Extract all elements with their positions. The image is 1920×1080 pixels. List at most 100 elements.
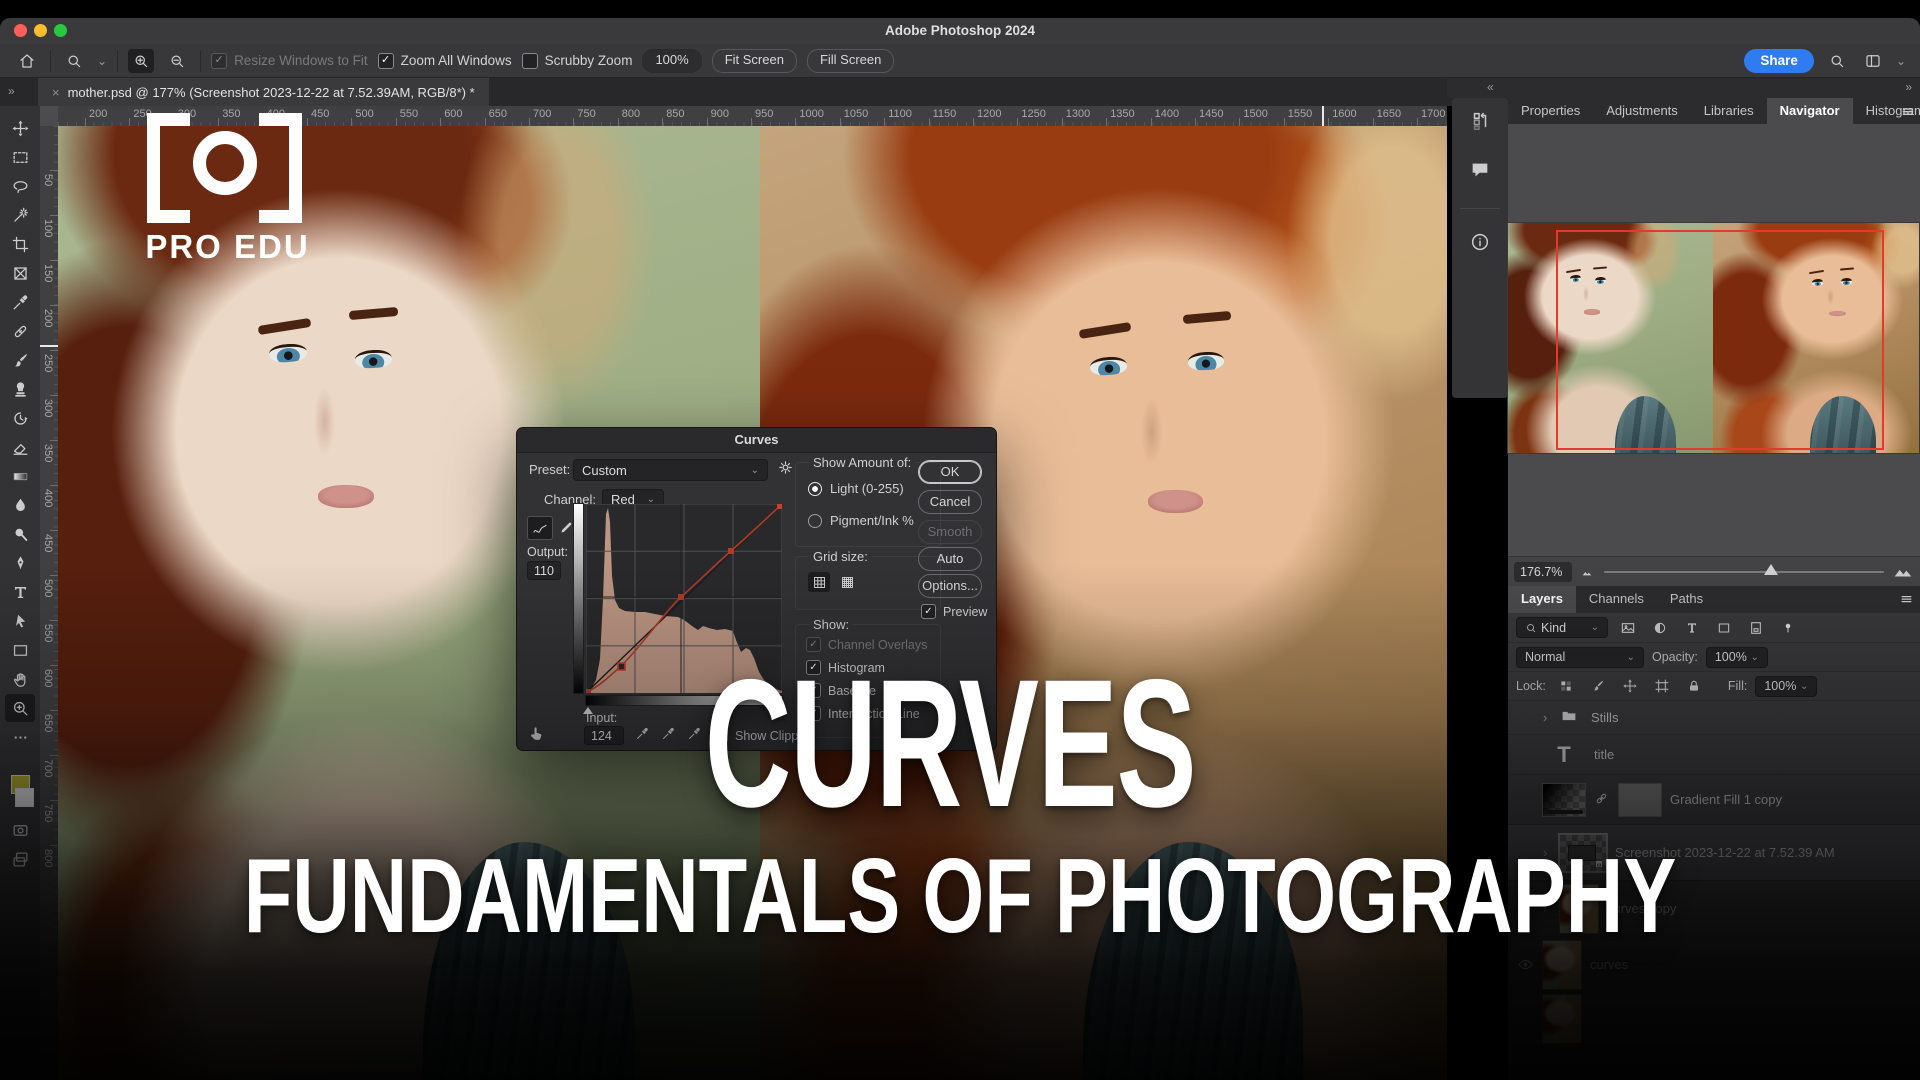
black-eyedropper[interactable] <box>635 726 650 746</box>
hand-tool[interactable] <box>5 665 35 693</box>
lasso-tool[interactable] <box>5 172 35 200</box>
workspace-switcher[interactable] <box>1860 49 1886 73</box>
zoom-tool-options-icon[interactable] <box>61 49 87 73</box>
show-option-histogram[interactable]: Histogram <box>806 660 927 675</box>
lock-position-button[interactable] <box>1618 676 1642 696</box>
gradient-thumbnail[interactable] <box>1543 784 1585 816</box>
ok-button[interactable]: OK <box>918 460 982 484</box>
dialog-title[interactable]: Curves <box>517 428 996 453</box>
layer-thumbnail[interactable] <box>1560 885 1598 933</box>
gradient-tool[interactable] <box>5 462 35 490</box>
tab-adjustments[interactable]: Adjustments <box>1593 98 1691 124</box>
zoom-out-mountains-icon[interactable] <box>1580 566 1596 578</box>
zoom-out-button[interactable] <box>164 49 190 73</box>
output-field[interactable]: 110 <box>527 561 561 580</box>
preset-dropdown[interactable]: Custom⌄ <box>573 459 768 481</box>
lock-pixels-button[interactable] <box>1586 676 1610 696</box>
zoom-all-windows-checkbox[interactable]: Zoom All Windows <box>378 53 512 69</box>
cancel-button[interactable]: Cancel <box>918 490 982 514</box>
layer-thumbnail[interactable] <box>1543 995 1581 1043</box>
navigator-thumbnail[interactable] <box>1508 223 1919 453</box>
preset-gear-button[interactable] <box>777 459 794 481</box>
zoom-tool[interactable] <box>5 694 35 722</box>
opacity-dropdown[interactable]: 100%⌄ <box>1706 647 1768 668</box>
path-selection-tool[interactable] <box>5 607 35 635</box>
fill-dropdown[interactable]: 100%⌄ <box>1755 676 1817 697</box>
home-button[interactable] <box>14 49 40 73</box>
brush-tool[interactable] <box>5 346 35 374</box>
filter-shape-layers-button[interactable] <box>1712 618 1736 638</box>
tab-paths[interactable]: Paths <box>1657 586 1716 613</box>
panel-menu-button[interactable] <box>1900 103 1916 124</box>
tab-properties[interactable]: Properties <box>1508 98 1593 124</box>
blur-tool[interactable] <box>5 491 35 519</box>
document-tab[interactable]: × mother.psd @ 177% (Screenshot 2023-12-… <box>38 78 489 106</box>
move-tool[interactable] <box>5 114 35 142</box>
curve-point-white[interactable] <box>777 504 782 509</box>
clone-stamp-tool[interactable] <box>5 375 35 403</box>
curve-point-upper[interactable] <box>728 548 734 554</box>
rectangle-tool[interactable] <box>5 636 35 664</box>
blend-mode-dropdown[interactable]: Normal⌄ <box>1516 647 1644 668</box>
pen-tool[interactable] <box>5 549 35 577</box>
eraser-tool[interactable] <box>5 433 35 461</box>
targeted-adjustment-tool[interactable] <box>527 724 546 748</box>
lock-all-button[interactable] <box>1682 676 1706 696</box>
navigator-zoom-field[interactable]: 176.7% <box>1514 562 1572 582</box>
zoom-in-mountains-icon[interactable] <box>1892 564 1914 579</box>
vertical-ruler[interactable]: 50 100 150 200 250 300 350 400 450 500 5… <box>40 126 59 1080</box>
input-field[interactable]: 124 <box>584 726 624 745</box>
layer-row-curves-copy[interactable]: › curves copy <box>1508 881 1920 937</box>
share-button[interactable]: Share <box>1744 49 1814 73</box>
collapse-strip-chevron[interactable]: « <box>1487 80 1494 94</box>
resize-windows-checkbox[interactable]: Resize Windows to Fit <box>211 53 368 69</box>
preview-checkbox[interactable]: Preview <box>921 604 987 619</box>
healing-brush-tool[interactable] <box>5 317 35 345</box>
tab-navigator[interactable]: Navigator <box>1767 98 1853 124</box>
screen-mode-button[interactable] <box>5 845 35 873</box>
grid-fine-button[interactable] <box>836 572 858 592</box>
fill-screen-button[interactable]: Fill Screen <box>807 49 894 73</box>
dodge-tool[interactable] <box>5 520 35 548</box>
tool-preset-chevron[interactable]: ⌄ <box>97 54 107 68</box>
navigator-proxy-view[interactable] <box>1556 230 1884 450</box>
light-radio[interactable]: Light (0-255) <box>808 481 904 496</box>
layers-panel-menu[interactable] <box>1899 591 1914 611</box>
navigator-zoom-slider[interactable] <box>1604 571 1884 573</box>
curve-point-black[interactable] <box>586 689 591 693</box>
search-button[interactable] <box>1824 49 1850 73</box>
eyedropper-tool[interactable] <box>5 288 35 316</box>
collapse-dock-chevron[interactable]: » <box>1905 80 1912 94</box>
tab-layers[interactable]: Layers <box>1508 586 1576 613</box>
curve-point-mid[interactable] <box>678 594 684 600</box>
layer-row-unnamed[interactable] <box>1508 993 1920 1045</box>
show-option-channel-overlays[interactable]: Channel Overlays <box>806 637 927 652</box>
info-button[interactable] <box>1469 231 1491 258</box>
lock-transparency-button[interactable] <box>1554 676 1578 696</box>
history-brush-tool[interactable] <box>5 404 35 432</box>
show-option-baseline[interactable]: Baseline <box>806 683 927 698</box>
curve-point-selected[interactable] <box>618 663 625 670</box>
smart-object-thumbnail[interactable] <box>1560 835 1606 871</box>
gray-eyedropper[interactable] <box>661 726 676 746</box>
workspace-chevron[interactable]: ⌄ <box>1896 54 1906 68</box>
slice-tool[interactable] <box>5 259 35 287</box>
layer-row-title[interactable]: T title <box>1508 735 1920 775</box>
ruler-origin-box[interactable] <box>40 106 59 127</box>
quick-selection-tool[interactable] <box>5 201 35 229</box>
layer-row-screenshot-2023-12-22-at-7-52-39-am[interactable]: › Screenshot 2023-12-22 at 7.52.39 AM <box>1508 825 1920 881</box>
lock-artboard-button[interactable] <box>1650 676 1674 696</box>
white-eyedropper[interactable] <box>687 726 702 746</box>
filter-pixel-layers-button[interactable] <box>1616 618 1640 638</box>
tab-channels[interactable]: Channels <box>1576 586 1657 613</box>
type-tool[interactable] <box>5 578 35 606</box>
grid-coarse-button[interactable] <box>808 572 830 592</box>
horizontal-ruler[interactable]: 200 250 300 350 400 450 500 550 600 650 … <box>58 106 1447 127</box>
layer-row-gradient-fill-1-copy[interactable]: Gradient Fill 1 copy <box>1508 775 1920 825</box>
slider-thumb[interactable] <box>1764 564 1778 575</box>
layer-thumbnail[interactable] <box>1543 941 1581 989</box>
curves-dialog[interactable]: Curves Preset: Custom⌄ Channel: Red⌄ <box>516 427 997 751</box>
toolbar-collapse-chevron[interactable]: » <box>8 84 15 98</box>
filter-kind-dropdown[interactable]: Kind ⌄ <box>1516 617 1608 638</box>
background-color-swatch[interactable] <box>15 788 34 807</box>
